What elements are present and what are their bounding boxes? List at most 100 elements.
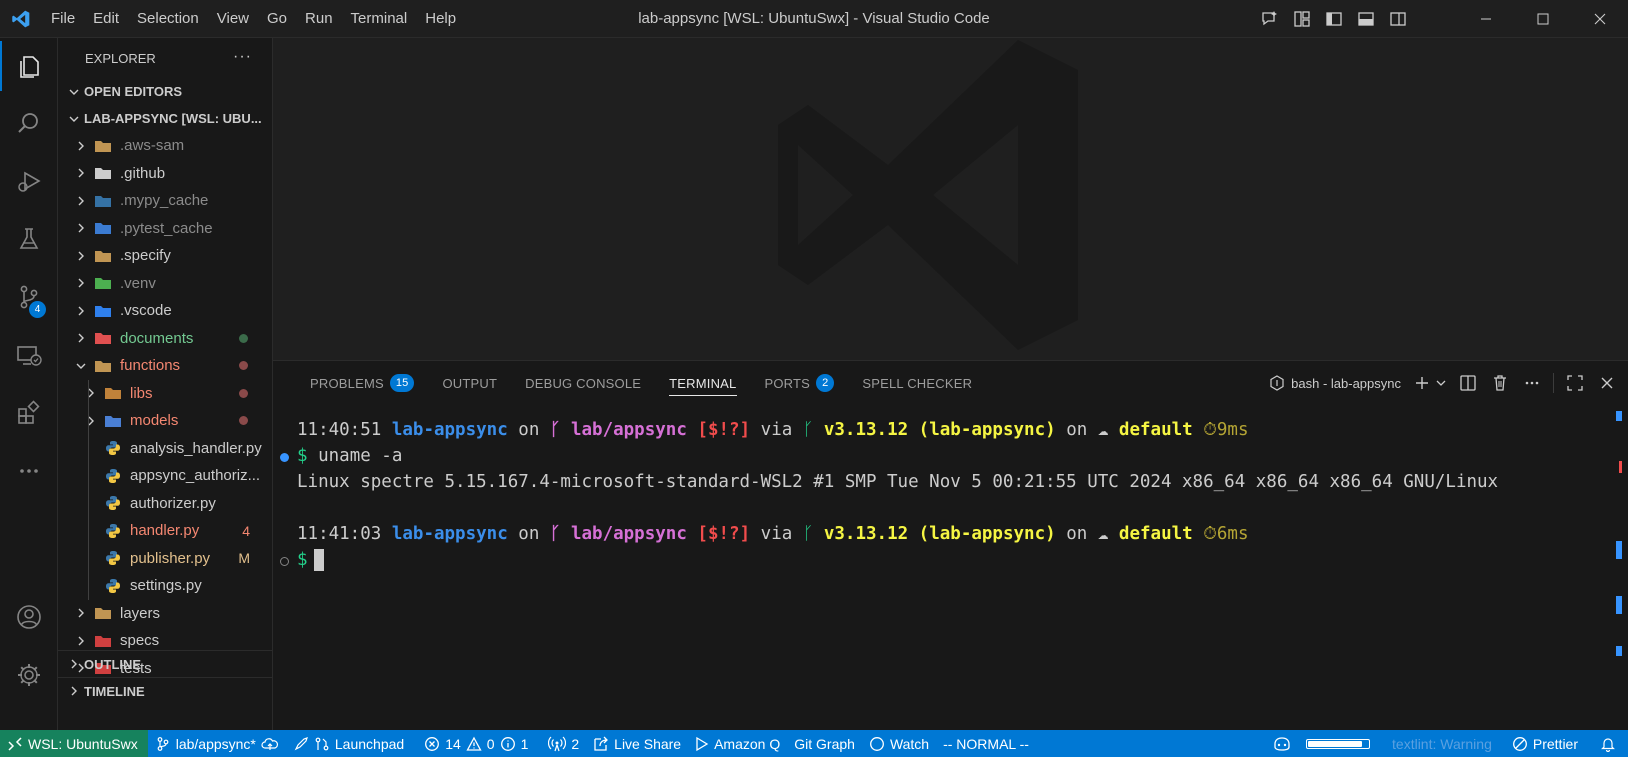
tab-ports[interactable]: PORTS 2 — [751, 361, 849, 405]
command-success-decoration[interactable] — [280, 453, 289, 462]
more-actions-icon[interactable] — [1521, 372, 1543, 394]
customize-layout-icon[interactable] — [1290, 7, 1314, 31]
tree-item[interactable]: handler.py 4 — [58, 517, 272, 545]
extensions-icon[interactable] — [0, 388, 58, 438]
tree-item[interactable]: documents — [58, 325, 272, 353]
tab-output-label: OUTPUT — [442, 375, 498, 391]
toggle-primary-sidebar-icon[interactable] — [1322, 7, 1346, 31]
maximize-button[interactable] — [1514, 0, 1571, 38]
tree-item[interactable]: .specify — [58, 242, 272, 270]
menu-view[interactable]: View — [208, 0, 258, 38]
git-branch-status[interactable]: lab/appsync* — [148, 730, 286, 757]
tree-item[interactable]: .venv — [58, 270, 272, 298]
watch-status[interactable]: Watch — [862, 730, 936, 757]
tree-item[interactable]: .vscode — [58, 297, 272, 325]
tree-item[interactable]: .aws-sam — [58, 132, 272, 160]
more-views-icon[interactable] — [0, 446, 58, 496]
run-and-debug-icon[interactable] — [0, 156, 58, 206]
terminal-output[interactable]: 11:40:51 lab-appsync on ᚴ lab/appsync [$… — [273, 417, 1603, 717]
outline-section[interactable]: OUTLINE — [58, 650, 272, 677]
tree-item[interactable]: functions — [58, 352, 272, 380]
tree-item[interactable]: layers — [58, 600, 272, 628]
toggle-secondary-sidebar-icon[interactable] — [1386, 7, 1410, 31]
tree-item-label: layers — [120, 604, 161, 622]
timeline-section[interactable]: TIMELINE — [58, 677, 272, 704]
tab-debug-console[interactable]: DEBUG CONSOLE — [511, 361, 655, 405]
tree-item[interactable]: libs — [58, 380, 272, 408]
menu-go[interactable]: Go — [258, 0, 296, 38]
tree-item[interactable]: appsync_authoriz... — [58, 462, 272, 490]
toggle-panel-icon[interactable] — [1354, 7, 1378, 31]
launchpad-status[interactable]: Launchpad — [286, 730, 411, 757]
folder-specs-icon — [94, 633, 112, 649]
split-terminal-icon[interactable] — [1457, 372, 1479, 394]
remote-indicator[interactable]: WSL: UbuntuSwx — [0, 730, 148, 757]
workspace-section[interactable]: LAB-APPSYNC [WSL: UBU... — [58, 105, 272, 132]
copilot-status[interactable] — [1265, 730, 1299, 757]
explorer-more-actions-icon[interactable]: ··· — [233, 48, 252, 66]
amazon-q-status[interactable]: Amazon Q — [688, 730, 787, 757]
tab-problems[interactable]: PROBLEMS 15 — [296, 361, 428, 405]
menu-run[interactable]: Run — [296, 0, 342, 38]
menu-terminal[interactable]: Terminal — [342, 0, 417, 38]
live-share-status[interactable]: Live Share — [586, 730, 688, 757]
terminal-selector[interactable]: bash - lab-appsync — [1269, 375, 1401, 391]
git-graph-status[interactable]: Git Graph — [787, 730, 862, 757]
tab-spell-checker[interactable]: SPELL CHECKER — [848, 361, 986, 405]
new-terminal-icon[interactable] — [1411, 372, 1433, 394]
testing-icon[interactable] — [0, 214, 58, 264]
tree-item[interactable]: .github — [58, 160, 272, 188]
menu-edit[interactable]: Edit — [84, 0, 128, 38]
command-pending-decoration[interactable] — [280, 557, 289, 566]
prettier-status[interactable]: Prettier — [1505, 730, 1585, 757]
search-icon[interactable] — [0, 98, 58, 148]
manage-gear-icon[interactable] — [0, 650, 58, 700]
tab-terminal[interactable]: TERMINAL — [655, 361, 750, 405]
vim-mode-status[interactable]: -- NORMAL -- — [936, 730, 1036, 757]
progress-indicator[interactable] — [1299, 730, 1377, 757]
menu-file[interactable]: File — [42, 0, 84, 38]
terminal-cursor — [313, 549, 324, 571]
open-editors-section[interactable]: OPEN EDITORS — [58, 78, 272, 105]
tree-item[interactable]: .pytest_cache — [58, 215, 272, 243]
copilot-chat-icon[interactable] — [1258, 7, 1282, 31]
tree-item[interactable]: authorizer.py — [58, 490, 272, 518]
kill-terminal-trash-icon[interactable] — [1489, 372, 1511, 394]
tab-output[interactable]: OUTPUT — [428, 361, 511, 405]
notifications-status[interactable] — [1593, 730, 1628, 757]
python-icon: ᚴ — [802, 420, 814, 440]
play-outline-icon — [696, 736, 709, 751]
prompt-aws-profile: default — [1118, 524, 1193, 544]
git-graph-label: Git Graph — [794, 735, 855, 752]
chevron-right-icon — [74, 195, 88, 207]
tree-item[interactable]: models — [58, 407, 272, 435]
tree-item[interactable]: .mypy_cache — [58, 187, 272, 215]
explorer-icon[interactable] — [0, 41, 58, 91]
tree-item[interactable]: settings.py — [58, 572, 272, 600]
pull-request-icon — [315, 737, 329, 750]
chevron-right-icon — [64, 658, 84, 670]
close-panel-icon[interactable] — [1596, 372, 1618, 394]
terminal-input-line[interactable]: $ — [297, 547, 324, 573]
chevron-right-icon — [74, 140, 88, 152]
remote-explorer-icon[interactable] — [0, 330, 58, 380]
git-decoration: M — [238, 550, 250, 567]
window-controls — [1457, 0, 1628, 38]
menu-selection[interactable]: Selection — [128, 0, 208, 38]
textlint-label: textlint: Warning — [1392, 735, 1492, 752]
minimize-button[interactable] — [1457, 0, 1514, 38]
menu-help[interactable]: Help — [416, 0, 465, 38]
source-control-icon[interactable]: 4 — [0, 272, 58, 322]
tree-item[interactable]: analysis_handler.py — [58, 435, 272, 463]
maximize-panel-icon[interactable] — [1564, 372, 1586, 394]
terminal-dropdown-icon[interactable] — [1435, 372, 1447, 394]
ports-status[interactable]: 2 — [541, 730, 586, 757]
problems-status[interactable]: 14 0 1 — [417, 730, 535, 757]
close-window-button[interactable] — [1571, 0, 1628, 38]
terminal-scrollbar[interactable] — [1616, 361, 1624, 731]
editor-area[interactable] — [273, 38, 1628, 360]
accounts-icon[interactable] — [0, 592, 58, 642]
python-file-icon — [104, 523, 122, 539]
textlint-status[interactable]: textlint: Warning — [1385, 730, 1499, 757]
tree-item[interactable]: publisher.py M — [58, 545, 272, 573]
